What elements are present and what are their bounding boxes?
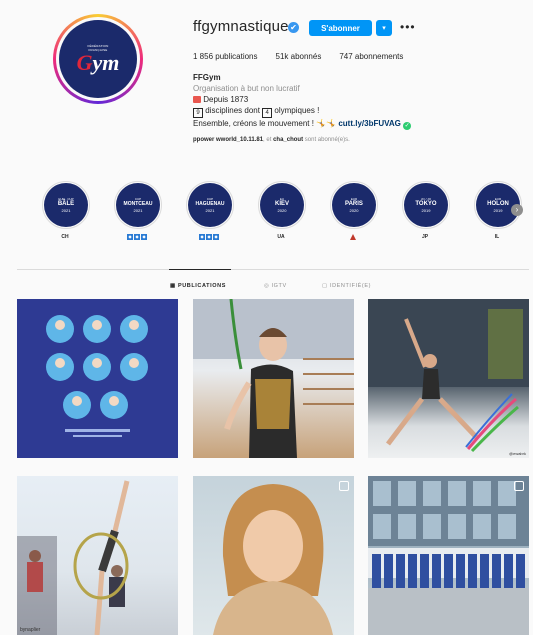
highlight-label: ◆ ◆ ◆ — [199, 234, 219, 240]
bio-disciplines-line: 9 disciplines dont 4 olympiques ! — [193, 105, 513, 118]
bio-since: Depuis 1873 — [203, 95, 249, 104]
highlight-kiev[interactable]: EU KIEV 2020 UA — [258, 181, 306, 242]
post-gymnast-hoop[interactable]: bynaplier — [17, 476, 178, 635]
bio-since-line: Depuis 1873 — [193, 94, 513, 105]
gymnast-photo — [193, 299, 354, 458]
tabs-divider — [17, 269, 529, 270]
ffgym-logo: FÉDÉRATION FRANÇAISE Gym — [59, 20, 137, 98]
igtv-icon: ◎ — [264, 283, 270, 289]
posts-count: 1 856 publications — [193, 52, 258, 61]
username: ffgymnastique — [193, 18, 289, 35]
grid-icon: ▦ — [170, 283, 176, 289]
highlight-label: CH — [61, 234, 69, 240]
avatar-border: FÉDÉRATION FRANÇAISE Gym — [56, 17, 140, 101]
gymnast-floor-photo — [368, 299, 529, 453]
carousel-icon — [514, 481, 524, 491]
gymnast-emoji-icon: 🤸🤸 — [316, 119, 337, 128]
team-roster-image — [46, 315, 148, 437]
bio-link[interactable]: cutt.ly/3bFUVAG — [338, 119, 401, 128]
photo-credit: bynaplier — [20, 627, 41, 633]
followers-count[interactable]: 51k abonnés — [276, 52, 322, 61]
post-gymnast-ribbon[interactable] — [193, 299, 354, 458]
flag-icon — [350, 234, 356, 240]
four-keycap-icon: 4 — [262, 108, 273, 118]
olympic-text: olympiques ! — [274, 106, 320, 115]
calendar-icon — [193, 96, 201, 103]
suggestions-dropdown-button[interactable]: ▾ — [376, 20, 392, 36]
tab-igtv[interactable]: ◎ IGTV — [264, 283, 287, 289]
profile-stats: 1 856 publications 51k abonnés 747 abonn… — [193, 52, 403, 61]
highlight-paris[interactable]: EUR PARIS 2020 — [330, 181, 378, 242]
gymnast-hoop-photo — [17, 480, 130, 635]
tab-tagged[interactable]: ▢ IDENTIFIÉ(E) — [322, 283, 371, 289]
followed-by[interactable]: ppower wworld_10.11.81, et cha_chout son… — [193, 135, 513, 146]
post-team-roster[interactable] — [17, 299, 178, 458]
highlight-tokyo[interactable]: JO / JO TOKYO 2019 JP — [402, 181, 450, 242]
profile-avatar[interactable]: FÉDÉRATION FRANÇAISE Gym — [53, 14, 143, 104]
profile-category: Organisation à but non lucratif — [193, 84, 300, 93]
follow-button[interactable]: S'abonner — [309, 20, 372, 36]
active-tab-indicator — [169, 269, 231, 270]
tagged-icon: ▢ — [322, 283, 328, 289]
post-portrait[interactable] — [193, 476, 354, 635]
more-options-icon[interactable]: ••• — [400, 20, 416, 34]
highlight-montceau[interactable]: CUP MONTCEAU 2021 ◆ ◆ ◆ — [114, 181, 162, 242]
nine-keycap-icon: 9 — [193, 108, 203, 118]
team-building-photo — [368, 476, 529, 635]
profile-bio: FFGym Organisation à but non lucratif De… — [193, 72, 513, 146]
highlight-bale[interactable]: EUR · CUP BÂLE 2021 CH — [42, 181, 90, 242]
post-team-photo[interactable] — [368, 476, 529, 635]
highlight-label: UA — [277, 234, 285, 240]
disciplines-text: disciplines dont — [205, 106, 260, 115]
verified-badge-icon: ✔ — [288, 22, 299, 33]
highlight-label: ◆ ◆ ◆ — [127, 234, 147, 240]
chevron-right-icon[interactable]: › — [511, 204, 523, 216]
story-highlights: EUR · CUP BÂLE 2021 CH CUP MONTCEAU 2021… — [40, 181, 530, 241]
bio-tagline-line: Ensemble, créons le mouvement ! 🤸🤸 cutt.… — [193, 118, 513, 130]
video-icon — [339, 481, 349, 491]
tab-publications[interactable]: ▦ PUBLICATIONS — [170, 283, 226, 289]
logo-gym: Gym — [76, 50, 120, 75]
highlight-label: JP — [421, 234, 429, 240]
medal-emoji-icon: ◆ — [199, 234, 205, 240]
bio-tagline: Ensemble, créons le mouvement ! — [193, 119, 314, 128]
portrait-photo — [213, 484, 333, 635]
medal-emoji-icon: ◆ — [127, 234, 133, 240]
following-count[interactable]: 747 abonnements — [339, 52, 403, 61]
photo-credit: @ewabrk — [509, 451, 526, 456]
post-gymnast-split[interactable]: @ewabrk — [368, 299, 529, 458]
highlight-haguenau[interactable]: CUP HAGUENAU 2021 ◆ ◆ ◆ — [186, 181, 234, 242]
display-name: FFGym — [193, 73, 221, 82]
highlight-label — [330, 234, 376, 242]
check-mark-icon: ✓ — [403, 122, 412, 130]
highlight-label: IL — [494, 234, 500, 240]
